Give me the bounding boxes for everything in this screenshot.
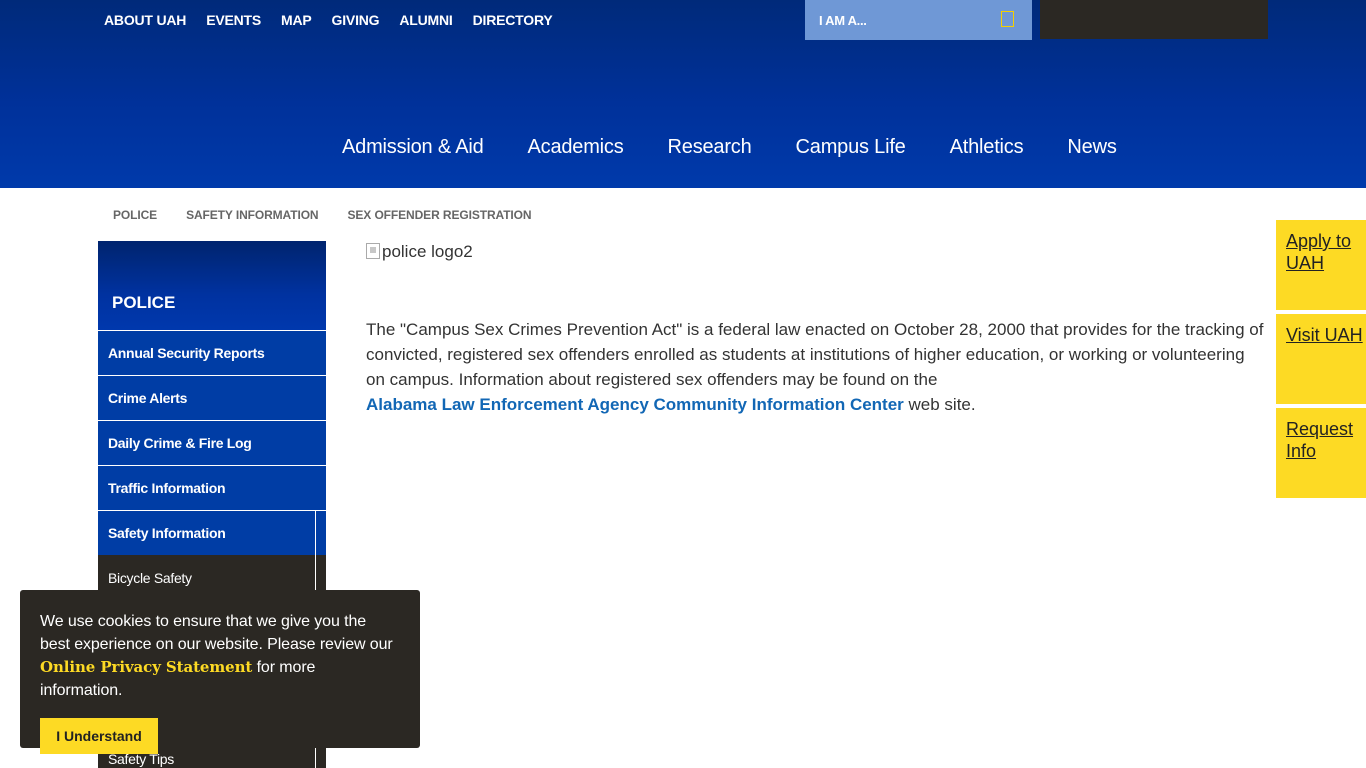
cookie-banner: We use cookies to ensure that we give yo… — [20, 590, 420, 754]
breadcrumb: POLICE SAFETY INFORMATION SEX OFFENDER R… — [113, 208, 532, 222]
nav-admission-aid[interactable]: Admission & Aid — [342, 136, 484, 158]
main-content: police logo2 The "Campus Sex Crimes Prev… — [366, 242, 1266, 417]
body-paragraph-text: The "Campus Sex Crimes Prevention Act" i… — [366, 320, 1264, 389]
sidebar-item-crime-alerts[interactable]: Crime Alerts — [98, 375, 326, 420]
privacy-statement-link[interactable]: Online Privacy Statement — [40, 658, 252, 676]
nav-news[interactable]: News — [1067, 136, 1116, 158]
sidebar-item-traffic-information[interactable]: Traffic Information — [98, 465, 326, 510]
nav-research[interactable]: Research — [668, 136, 752, 158]
util-link-directory[interactable]: DIRECTORY — [473, 12, 553, 28]
body-paragraph-tail: web site. — [903, 395, 976, 414]
breadcrumb-safety-information[interactable]: SAFETY INFORMATION — [186, 208, 319, 222]
i-am-a-dropdown[interactable]: I AM A... — [805, 0, 1032, 40]
util-link-giving[interactable]: GIVING — [332, 12, 380, 28]
police-logo-alt-text: police logo2 — [382, 242, 473, 261]
nav-athletics[interactable]: Athletics — [950, 136, 1024, 158]
cta-apply-button[interactable]: Apply to UAH — [1276, 220, 1366, 310]
cookie-accept-button[interactable]: I Understand — [40, 718, 158, 754]
sidebar-item-daily-crime-fire-log[interactable]: Daily Crime & Fire Log — [98, 420, 326, 465]
broken-image-icon — [366, 243, 380, 259]
util-link-about[interactable]: ABOUT UAH — [104, 12, 186, 28]
cookie-text-before: We use cookies to ensure that we give yo… — [40, 613, 393, 653]
sidebar-item-safety-information[interactable]: Safety Information — [98, 510, 326, 555]
breadcrumb-sex-offender-registration[interactable]: SEX OFFENDER REGISTRATION — [348, 208, 532, 222]
search-area[interactable] — [1040, 0, 1268, 39]
alea-community-info-link[interactable]: Alabama Law Enforcement Agency Community… — [366, 395, 904, 414]
dropdown-toggle-icon[interactable] — [1001, 11, 1014, 27]
police-logo-image: police logo2 — [366, 242, 1266, 262]
utility-nav: ABOUT UAH EVENTS MAP GIVING ALUMNI DIREC… — [104, 12, 553, 28]
util-link-alumni[interactable]: ALUMNI — [399, 12, 452, 28]
nav-academics[interactable]: Academics — [528, 136, 624, 158]
cookie-message: We use cookies to ensure that we give yo… — [40, 610, 400, 702]
i-am-a-label: I AM A... — [819, 12, 867, 28]
main-nav: Admission & Aid Academics Research Campu… — [342, 136, 1117, 158]
sidebar: POLICE Annual Security Reports Crime Ale… — [98, 241, 326, 600]
cta-visit-button[interactable]: Visit UAH — [1276, 314, 1366, 404]
site-header: ABOUT UAH EVENTS MAP GIVING ALUMNI DIREC… — [0, 0, 1366, 188]
util-link-events[interactable]: EVENTS — [206, 12, 261, 28]
cta-request-info-button[interactable]: Request Info — [1276, 408, 1366, 498]
sidebar-title[interactable]: POLICE — [98, 241, 326, 330]
body-paragraph: The "Campus Sex Crimes Prevention Act" i… — [366, 317, 1266, 417]
nav-campus-life[interactable]: Campus Life — [796, 136, 906, 158]
breadcrumb-police[interactable]: POLICE — [113, 208, 157, 222]
util-link-map[interactable]: MAP — [281, 12, 312, 28]
sidebar-item-annual-security-reports[interactable]: Annual Security Reports — [98, 330, 326, 375]
